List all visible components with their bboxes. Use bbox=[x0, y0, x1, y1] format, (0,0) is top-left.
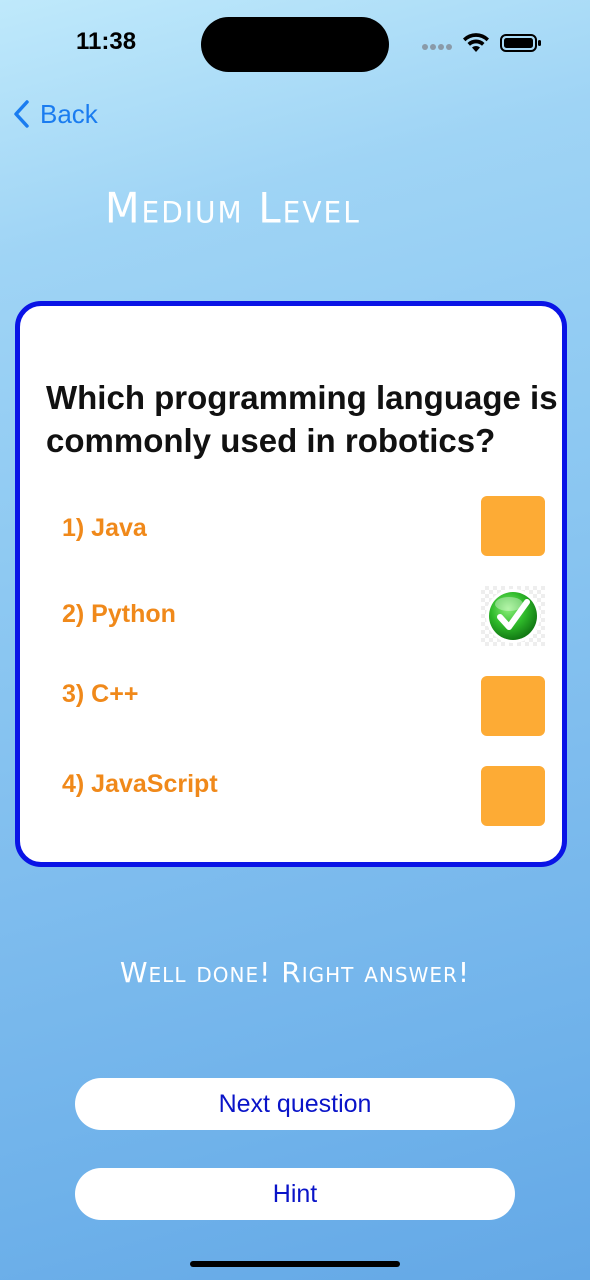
status-time: 11:38 bbox=[76, 28, 137, 55]
option-checkbox-3[interactable] bbox=[481, 676, 545, 736]
dynamic-island bbox=[201, 17, 389, 72]
option-label-1[interactable]: 1) Java bbox=[62, 514, 147, 543]
option-label-2[interactable]: 2) Python bbox=[62, 600, 176, 629]
option-label-3[interactable]: 3) C++ bbox=[62, 680, 138, 709]
feedback-message: Well done! Right answer! bbox=[119, 956, 471, 989]
battery-icon bbox=[500, 34, 541, 52]
option-checkbox-2[interactable] bbox=[481, 586, 545, 646]
quiz-card: Which programming language is commonly u… bbox=[15, 301, 567, 867]
question-text: Which programming language is commonly u… bbox=[46, 379, 558, 459]
next-question-button[interactable]: Next question bbox=[75, 1078, 515, 1130]
option-label-4[interactable]: 4) JavaScript bbox=[62, 770, 218, 799]
back-button[interactable]: Back bbox=[12, 96, 98, 132]
option-checkbox-4[interactable] bbox=[481, 766, 545, 826]
checkmark-icon bbox=[486, 589, 540, 643]
option-checkbox-1[interactable] bbox=[481, 496, 545, 556]
level-title: Medium Level bbox=[105, 184, 361, 234]
home-indicator[interactable] bbox=[190, 1261, 400, 1267]
back-label: Back bbox=[40, 98, 98, 129]
hint-button[interactable]: Hint bbox=[75, 1168, 515, 1220]
cellular-signal-icon bbox=[422, 44, 452, 50]
wifi-icon bbox=[463, 33, 489, 52]
chevron-left-icon bbox=[14, 100, 29, 128]
